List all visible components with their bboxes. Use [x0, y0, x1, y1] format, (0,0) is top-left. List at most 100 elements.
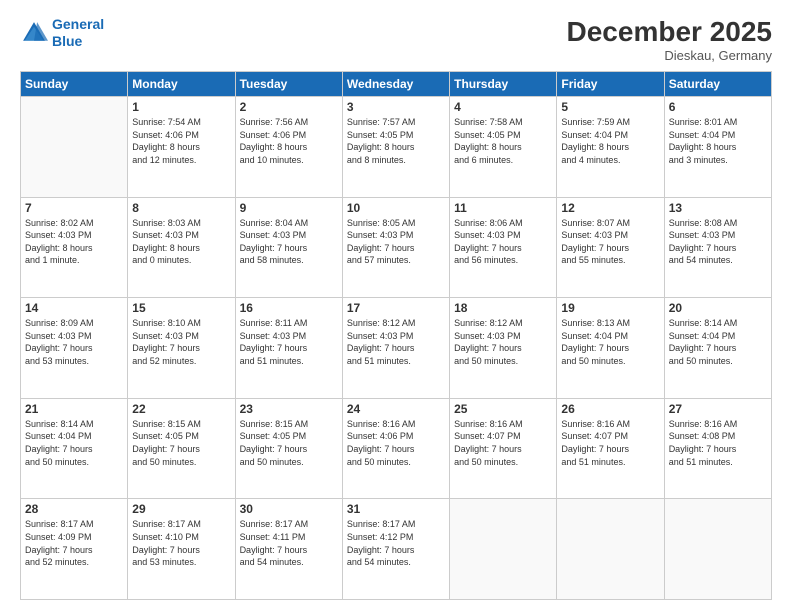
day-number: 10	[347, 201, 445, 215]
day-info: Sunrise: 8:16 AM Sunset: 4:07 PM Dayligh…	[454, 418, 552, 468]
day-number: 16	[240, 301, 338, 315]
day-number: 18	[454, 301, 552, 315]
logo-text: General Blue	[52, 16, 104, 50]
calendar-cell: 20Sunrise: 8:14 AM Sunset: 4:04 PM Dayli…	[664, 298, 771, 399]
calendar-cell: 31Sunrise: 8:17 AM Sunset: 4:12 PM Dayli…	[342, 499, 449, 600]
day-number: 6	[669, 100, 767, 114]
calendar-cell: 27 Sunrise: 8:16 AM Sunset: 4:08 PM Dayli…	[664, 398, 771, 499]
calendar-cell	[557, 499, 664, 600]
day-number: 25	[454, 402, 552, 416]
day-number: 23	[240, 402, 338, 416]
calendar-cell: 19Sunrise: 8:13 AM Sunset: 4:04 PM Dayli…	[557, 298, 664, 399]
calendar-cell: 11 Sunrise: 8:06 AM Sunset: 4:03 PM Dayli…	[450, 197, 557, 298]
day-info: Sunrise: 8:12 AM Sunset: 4:03 PM Dayligh…	[347, 317, 445, 367]
day-info: Sunrise: 8:03 AM Sunset: 4:03 PM Dayligh…	[132, 217, 230, 267]
calendar-cell: 8 Sunrise: 8:03 AM Sunset: 4:03 PM Daylig…	[128, 197, 235, 298]
location: Dieskau, Germany	[567, 48, 772, 63]
calendar-cell: 26 Sunrise: 8:16 AM Sunset: 4:07 PM Dayli…	[557, 398, 664, 499]
day-number: 17	[347, 301, 445, 315]
day-info: Sunrise: 8:16 AM Sunset: 4:06 PM Dayligh…	[347, 418, 445, 468]
calendar-body: 1 Sunrise: 7:54 AM Sunset: 4:06 PM Daylig…	[21, 97, 772, 600]
calendar-cell: 18 Sunrise: 8:12 AM Sunset: 4:03 PM Dayli…	[450, 298, 557, 399]
day-number: 7	[25, 201, 123, 215]
day-info: Sunrise: 8:06 AM Sunset: 4:03 PM Dayligh…	[454, 217, 552, 267]
day-info: Sunrise: 8:14 AM Sunset: 4:04 PM Dayligh…	[25, 418, 123, 468]
day-info: Sunrise: 8:01 AM Sunset: 4:04 PM Dayligh…	[669, 116, 767, 166]
day-info: Sunrise: 8:15 AM Sunset: 4:05 PM Dayligh…	[240, 418, 338, 468]
day-info: Sunrise: 8:02 AM Sunset: 4:03 PM Dayligh…	[25, 217, 123, 267]
day-of-week-header: Thursday	[450, 72, 557, 97]
day-of-week-header: Tuesday	[235, 72, 342, 97]
day-number: 3	[347, 100, 445, 114]
calendar-cell: 3 Sunrise: 7:57 AM Sunset: 4:05 PM Daylig…	[342, 97, 449, 198]
calendar-cell: 6 Sunrise: 8:01 AM Sunset: 4:04 PM Daylig…	[664, 97, 771, 198]
calendar-cell: 24 Sunrise: 8:16 AM Sunset: 4:06 PM Dayli…	[342, 398, 449, 499]
day-info: Sunrise: 8:10 AM Sunset: 4:03 PM Dayligh…	[132, 317, 230, 367]
day-of-week-header: Sunday	[21, 72, 128, 97]
day-info: Sunrise: 8:08 AM Sunset: 4:03 PM Dayligh…	[669, 217, 767, 267]
day-info: Sunrise: 8:05 AM Sunset: 4:03 PM Dayligh…	[347, 217, 445, 267]
day-number: 8	[132, 201, 230, 215]
calendar-cell: 16 Sunrise: 8:11 AM Sunset: 4:03 PM Dayli…	[235, 298, 342, 399]
day-info: Sunrise: 7:56 AM Sunset: 4:06 PM Dayligh…	[240, 116, 338, 166]
day-number: 15	[132, 301, 230, 315]
day-number: 13	[669, 201, 767, 215]
day-info: Sunrise: 8:16 AM Sunset: 4:08 PM Dayligh…	[669, 418, 767, 468]
day-info: Sunrise: 8:09 AM Sunset: 4:03 PM Dayligh…	[25, 317, 123, 367]
day-info: Sunrise: 8:17 AM Sunset: 4:11 PM Dayligh…	[240, 518, 338, 568]
day-number: 1	[132, 100, 230, 114]
day-number: 24	[347, 402, 445, 416]
day-number: 5	[561, 100, 659, 114]
day-number: 11	[454, 201, 552, 215]
calendar-cell: 5Sunrise: 7:59 AM Sunset: 4:04 PM Daylig…	[557, 97, 664, 198]
day-number: 26	[561, 402, 659, 416]
calendar-week: 7 Sunrise: 8:02 AM Sunset: 4:03 PM Daylig…	[21, 197, 772, 298]
day-info: Sunrise: 7:58 AM Sunset: 4:05 PM Dayligh…	[454, 116, 552, 166]
day-number: 27	[669, 402, 767, 416]
day-number: 28	[25, 502, 123, 516]
day-info: Sunrise: 7:54 AM Sunset: 4:06 PM Dayligh…	[132, 116, 230, 166]
day-info: Sunrise: 8:13 AM Sunset: 4:04 PM Dayligh…	[561, 317, 659, 367]
calendar-cell: 15 Sunrise: 8:10 AM Sunset: 4:03 PM Dayli…	[128, 298, 235, 399]
calendar-cell: 9 Sunrise: 8:04 AM Sunset: 4:03 PM Daylig…	[235, 197, 342, 298]
day-info: Sunrise: 8:17 AM Sunset: 4:09 PM Dayligh…	[25, 518, 123, 568]
day-number: 14	[25, 301, 123, 315]
day-info: Sunrise: 8:04 AM Sunset: 4:03 PM Dayligh…	[240, 217, 338, 267]
calendar-cell	[21, 97, 128, 198]
calendar-header: SundayMondayTuesdayWednesdayThursdayFrid…	[21, 72, 772, 97]
day-of-week-header: Monday	[128, 72, 235, 97]
calendar-cell: 2 Sunrise: 7:56 AM Sunset: 4:06 PM Daylig…	[235, 97, 342, 198]
day-number: 2	[240, 100, 338, 114]
calendar-week: 28 Sunrise: 8:17 AM Sunset: 4:09 PM Dayli…	[21, 499, 772, 600]
calendar-cell: 23 Sunrise: 8:15 AM Sunset: 4:05 PM Dayli…	[235, 398, 342, 499]
calendar-cell: 10 Sunrise: 8:05 AM Sunset: 4:03 PM Dayli…	[342, 197, 449, 298]
day-info: Sunrise: 8:11 AM Sunset: 4:03 PM Dayligh…	[240, 317, 338, 367]
calendar-cell: 12Sunrise: 8:07 AM Sunset: 4:03 PM Dayli…	[557, 197, 664, 298]
calendar: SundayMondayTuesdayWednesdayThursdayFrid…	[20, 71, 772, 600]
day-of-week-header: Saturday	[664, 72, 771, 97]
day-number: 21	[25, 402, 123, 416]
calendar-cell: 29Sunrise: 8:17 AM Sunset: 4:10 PM Dayli…	[128, 499, 235, 600]
day-info: Sunrise: 7:57 AM Sunset: 4:05 PM Dayligh…	[347, 116, 445, 166]
day-info: Sunrise: 8:12 AM Sunset: 4:03 PM Dayligh…	[454, 317, 552, 367]
logo-line1: General	[52, 16, 104, 32]
calendar-cell: 1 Sunrise: 7:54 AM Sunset: 4:06 PM Daylig…	[128, 97, 235, 198]
day-info: Sunrise: 8:16 AM Sunset: 4:07 PM Dayligh…	[561, 418, 659, 468]
header: General Blue December 2025 Dieskau, Germ…	[20, 16, 772, 63]
calendar-cell	[664, 499, 771, 600]
calendar-week: 21 Sunrise: 8:14 AM Sunset: 4:04 PM Dayli…	[21, 398, 772, 499]
day-number: 20	[669, 301, 767, 315]
day-info: Sunrise: 8:17 AM Sunset: 4:12 PM Dayligh…	[347, 518, 445, 568]
calendar-cell: 17 Sunrise: 8:12 AM Sunset: 4:03 PM Dayli…	[342, 298, 449, 399]
calendar-cell: 13 Sunrise: 8:08 AM Sunset: 4:03 PM Dayli…	[664, 197, 771, 298]
day-info: Sunrise: 8:07 AM Sunset: 4:03 PM Dayligh…	[561, 217, 659, 267]
day-number: 4	[454, 100, 552, 114]
title-block: December 2025 Dieskau, Germany	[567, 16, 772, 63]
day-number: 30	[240, 502, 338, 516]
calendar-cell: 14 Sunrise: 8:09 AM Sunset: 4:03 PM Dayli…	[21, 298, 128, 399]
calendar-cell: 4 Sunrise: 7:58 AM Sunset: 4:05 PM Daylig…	[450, 97, 557, 198]
day-number: 9	[240, 201, 338, 215]
day-info: Sunrise: 8:15 AM Sunset: 4:05 PM Dayligh…	[132, 418, 230, 468]
header-row: SundayMondayTuesdayWednesdayThursdayFrid…	[21, 72, 772, 97]
calendar-cell: 21 Sunrise: 8:14 AM Sunset: 4:04 PM Dayli…	[21, 398, 128, 499]
